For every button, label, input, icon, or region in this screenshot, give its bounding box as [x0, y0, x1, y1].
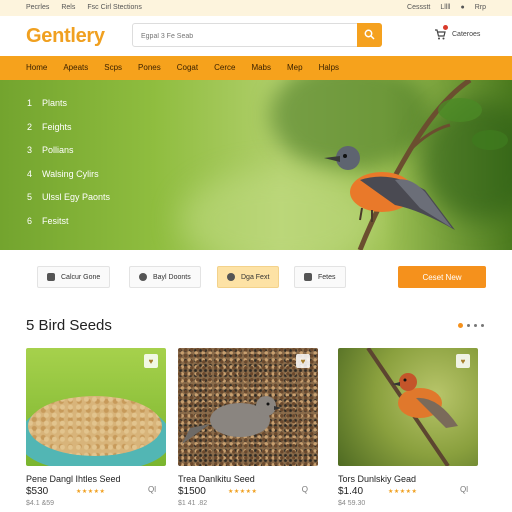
product-name[interactable]: Pene Dangl Ihtles Seed [26, 474, 121, 484]
heart-icon[interactable]: ♥ [296, 354, 310, 368]
product-price: $1500 [178, 486, 206, 497]
rating-stars: ★★★★★ [76, 489, 106, 495]
nav-item[interactable]: Apeats [63, 63, 88, 72]
hero-banner: 1 Plants 2 Feights 3 Pollians 4 Walsing Cyli… [0, 80, 512, 250]
hero-list-item[interactable]: 6 Fesitst [27, 216, 110, 240]
utility-link[interactable]: Pecrles [26, 4, 49, 11]
search-input[interactable] [141, 28, 351, 44]
chip[interactable]: Fetes [294, 266, 346, 288]
product-image: ♥ [26, 348, 166, 466]
utility-link[interactable]: Rrp [475, 4, 486, 11]
filter-chips: Calcur Gone Bayl Doonts Dga Fext Fetes C… [0, 260, 512, 296]
chip[interactable]: Dga Fext [217, 266, 280, 288]
section-title: 5 Bird Seeds [26, 317, 112, 334]
carousel-dots[interactable] [458, 323, 484, 328]
utility-link[interactable]: Fsc Cirl Stections [87, 4, 141, 11]
seed-icon [227, 273, 235, 281]
utility-link[interactable]: Rels [61, 4, 75, 11]
utility-bar: Pecrles Rels Fsc Cirl Stections Cessstt … [0, 0, 512, 16]
bird-image [324, 80, 508, 250]
hero-list-item[interactable]: 3 Pollians [27, 145, 110, 169]
nav-item[interactable]: Mep [287, 63, 303, 72]
site-header: Gentlery Cateroes [0, 16, 512, 56]
pin-icon: ● [460, 4, 465, 11]
cart-label: Cateroes [452, 30, 481, 38]
product-card[interactable]: ♥ Trea Danlkitu Seed $1500 ★★★★★ Q $1 41… [178, 348, 326, 512]
product-price: $530 [26, 486, 49, 497]
product-name[interactable]: Tors Dunlskiy Gead [338, 474, 416, 484]
tag-icon [304, 273, 312, 281]
hero-list-item[interactable]: 5 Ulssl Egy Paonts [27, 192, 110, 216]
chip[interactable]: Bayl Doonts [129, 266, 201, 288]
nav-item[interactable]: Mabs [251, 63, 271, 72]
nav-item[interactable]: Cogat [177, 63, 198, 72]
product-price: $1.40 [338, 486, 364, 497]
nav-item[interactable]: Pones [138, 63, 161, 72]
product-image: ♥ [338, 348, 478, 466]
nav-item[interactable]: Cerce [214, 63, 235, 72]
chip[interactable]: Calcur Gone [37, 266, 111, 288]
product-image: ♥ [178, 348, 318, 466]
product-card[interactable]: ♥ Pene Dangl Ihtles Seed $530 ★★★★★ Ql $… [26, 348, 174, 512]
product-card[interactable]: ♥ Tors Dunlskiy Gead $1.40 ★★★★★ Ql $4 5… [338, 348, 486, 512]
rating-stars: ★★★★★ [388, 489, 418, 495]
utility-link[interactable]: Cessstt [407, 4, 430, 11]
rating-stars: ★★★★★ [228, 489, 258, 495]
nav-item[interactable]: Scps [104, 63, 122, 72]
product-old-price: $1 41 .82 [178, 500, 208, 507]
search-button[interactable] [357, 23, 382, 47]
product-name[interactable]: Trea Danlkitu Seed [178, 474, 255, 484]
utility-link[interactable]: Lllll [440, 4, 450, 11]
cart-icon [434, 25, 448, 40]
product-more[interactable]: Ql [460, 485, 468, 494]
product-more[interactable]: Q [302, 485, 308, 494]
heart-icon[interactable]: ♥ [456, 354, 470, 368]
nav-item[interactable]: Home [26, 63, 47, 72]
bird-icon [139, 273, 147, 281]
logo-text: Gentlery [26, 25, 105, 47]
hero-list-item[interactable]: 1 Plants [27, 98, 110, 122]
hero-list-item[interactable]: 2 Feights [27, 122, 110, 146]
hero-list-item[interactable]: 4 Walsing Cylirs [27, 169, 110, 193]
cta-button[interactable]: Ceset New [398, 266, 486, 288]
product-more[interactable]: Ql [148, 485, 156, 494]
box-icon [47, 273, 55, 281]
product-old-price: $4 59.30 [338, 500, 366, 507]
main-nav: Home Apeats Scps Pones Cogat Cerce Mabs … [0, 56, 512, 80]
logo[interactable]: Gentlery [26, 25, 105, 48]
cart-badge [443, 25, 448, 30]
search-icon [364, 29, 375, 40]
product-old-price: $4.1 &59 [26, 500, 55, 507]
heart-icon[interactable]: ♥ [144, 354, 158, 368]
search-bar [132, 23, 382, 47]
cart[interactable]: Cateroes [434, 25, 481, 40]
nav-item[interactable]: Halps [319, 63, 339, 72]
